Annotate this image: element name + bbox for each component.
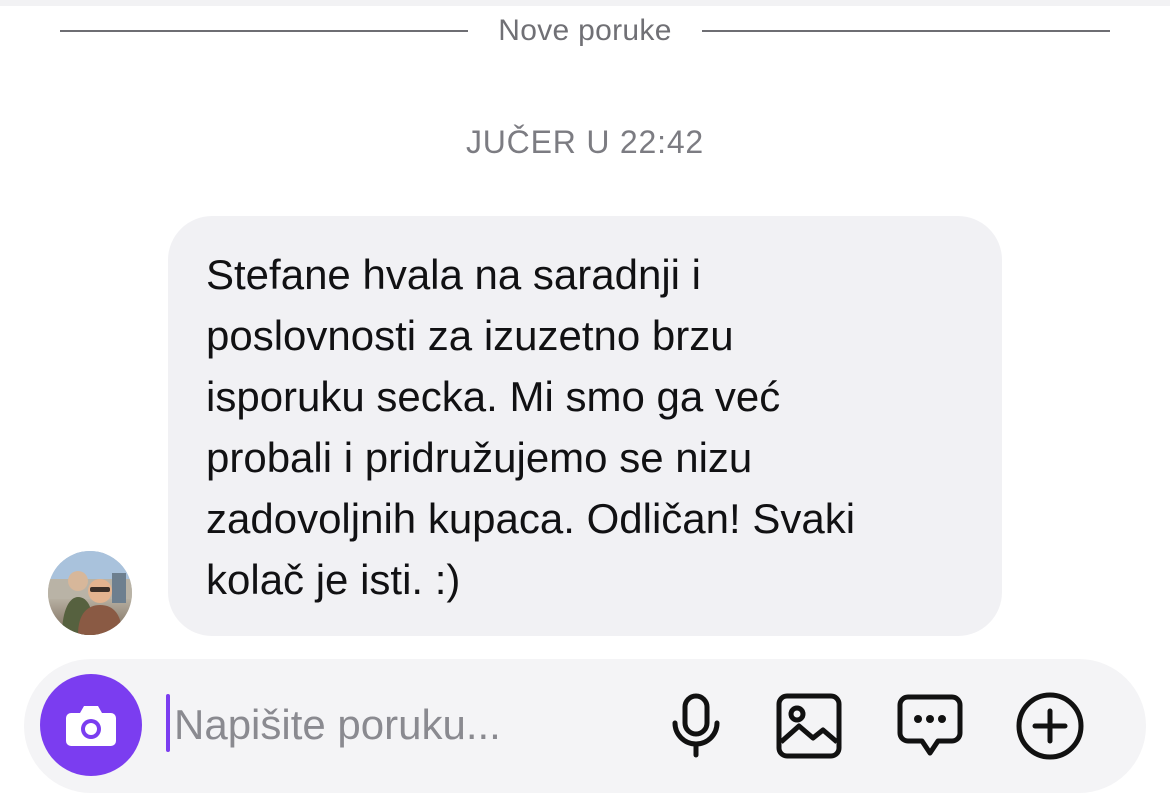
message-text: Stefane hvala na saradnji i poslovnosti …: [206, 251, 856, 603]
text-cursor: [166, 694, 170, 752]
new-messages-label: Nove poruke: [498, 14, 672, 47]
avatar-photo-icon: [48, 551, 132, 635]
received-message-bubble[interactable]: Stefane hvala na saradnji i poslovnosti …: [168, 216, 1002, 636]
message-input[interactable]: [174, 695, 634, 755]
gallery-button[interactable]: [773, 690, 845, 762]
message-composer: [24, 659, 1146, 793]
voice-message-button[interactable]: [660, 690, 732, 762]
camera-icon: [66, 706, 116, 746]
top-strip: [0, 0, 1170, 6]
microphone-icon: [672, 693, 720, 758]
image-icon: [776, 693, 842, 759]
camera-button[interactable]: [40, 674, 142, 776]
message-timestamp: JUČER U 22:42: [465, 124, 705, 160]
chat-bubble-icon: [897, 694, 963, 756]
new-messages-divider: Nove poruke: [60, 8, 1110, 54]
more-options-button[interactable]: [1014, 690, 1086, 762]
plus-circle-icon: [1016, 692, 1084, 760]
divider-line-right: [701, 30, 1110, 32]
sender-avatar[interactable]: [48, 551, 132, 635]
divider-line-left: [60, 30, 469, 32]
quick-replies-button[interactable]: [894, 690, 966, 762]
